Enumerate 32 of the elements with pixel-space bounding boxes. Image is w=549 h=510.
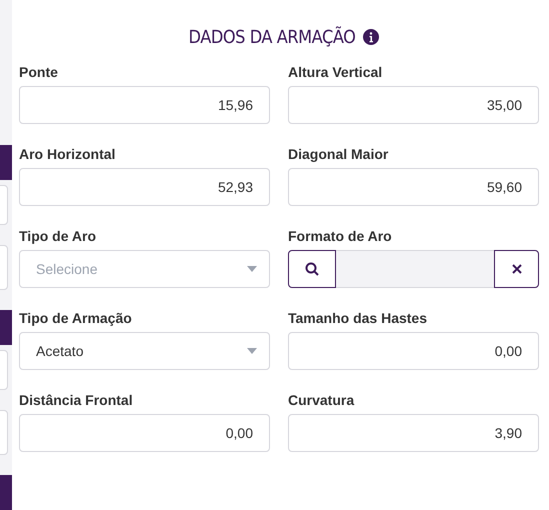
clear-button[interactable]: [494, 250, 539, 288]
field-label: Tipo de Armação: [19, 309, 133, 327]
input-field[interactable]: 0,00: [19, 414, 270, 452]
select-placeholder: Selecione: [36, 260, 98, 278]
field-label: Tamanho das Hastes: [288, 309, 428, 327]
select-value: Acetato: [36, 342, 84, 360]
info-icon: [363, 29, 380, 45]
input-field[interactable]: 35,00: [288, 86, 539, 124]
select-field[interactable]: Acetato: [19, 332, 270, 370]
field-label: Formato de Aro: [288, 227, 393, 245]
section-header-bar: [0, 475, 12, 510]
lookup-field[interactable]: [336, 250, 494, 288]
field-label: Ponte: [19, 63, 59, 81]
section-title: DADOS DA ARMAÇÃO: [188, 25, 356, 50]
field-label: Distância Frontal: [19, 391, 134, 409]
section-header-bar: [0, 310, 12, 345]
input-field[interactable]: 52,93: [19, 168, 270, 206]
field-label: Altura Vertical: [288, 63, 384, 81]
field-label: Curvatura: [288, 391, 356, 409]
caret-icon: [247, 266, 257, 272]
input-field[interactable]: 15,96: [19, 86, 270, 124]
section-header-bar: [0, 145, 12, 180]
field-label: Diagonal Maior: [288, 145, 390, 163]
field-label: Aro Horizontal: [19, 145, 116, 163]
field-label: Tipo de Aro: [19, 227, 97, 245]
caret-icon: [247, 348, 257, 354]
input-field[interactable]: 59,60: [288, 168, 539, 206]
input-field[interactable]: 3,90: [288, 414, 539, 452]
input-field[interactable]: 0,00: [288, 332, 539, 370]
search-icon: [305, 262, 319, 276]
search-button[interactable]: [288, 250, 336, 288]
close-icon: [512, 264, 522, 274]
